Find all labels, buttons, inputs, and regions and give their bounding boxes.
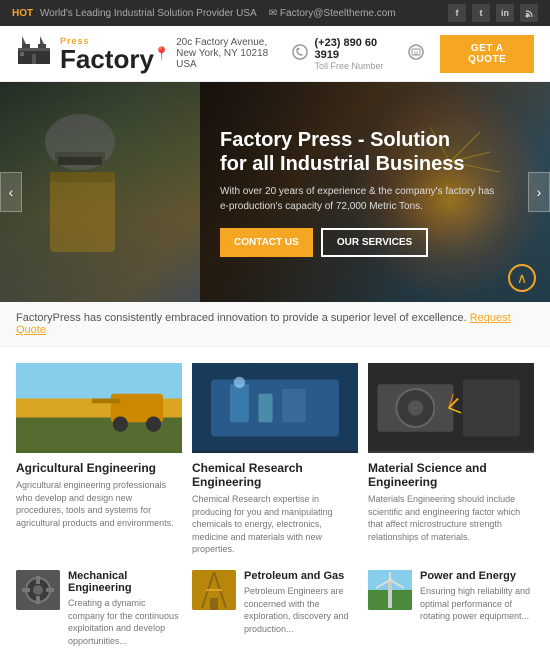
hero-prev-arrow[interactable]: ‹	[0, 172, 22, 212]
mechanical-desc: Creating a dynamic company for the conti…	[68, 597, 182, 647]
service-card-mechanical: Mechanical Engineering Creating a dynami…	[16, 570, 182, 647]
power-image	[368, 570, 412, 610]
mechanical-image	[16, 570, 60, 610]
linkedin-icon[interactable]: in	[496, 4, 514, 22]
factory-building-icon	[16, 34, 52, 73]
service-card-chemical: Chemical Research Engineering Chemical R…	[192, 363, 358, 556]
hero-subtitle: With over 20 years of experience & the c…	[220, 184, 500, 214]
material-name: Material Science and Engineering	[368, 461, 534, 489]
service-card-agricultural: Agricultural Engineering Agricultural en…	[16, 363, 182, 556]
phone-contact: (+23) 890 60 3919 Toll Free Number	[292, 37, 392, 71]
mechanical-name: Mechanical Engineering	[68, 570, 182, 594]
service-card-petroleum: Petroleum and Gas Petroleum Engineers ar…	[192, 570, 358, 647]
agricultural-image	[16, 363, 182, 453]
logo-text: Press Factory	[60, 36, 154, 72]
power-name: Power and Energy	[420, 570, 534, 582]
header-contact: 📍 20c Factory Avenue, New York, NY 10218…	[154, 35, 534, 73]
facebook-icon[interactable]: f	[448, 4, 466, 22]
petroleum-image	[192, 570, 236, 610]
hero-content: Factory Press - Solutionfor all Industri…	[0, 128, 520, 257]
fax-icon	[408, 44, 424, 63]
hot-tag: HOT World's Leading Industrial Solution …	[12, 8, 257, 19]
chemical-name: Chemical Research Engineering	[192, 461, 358, 489]
top-service-cards: Agricultural Engineering Agricultural en…	[16, 363, 534, 556]
petroleum-desc: Petroleum Engineers are concerned with t…	[244, 585, 358, 635]
social-links: f t in	[448, 4, 538, 22]
material-image	[368, 363, 534, 453]
banner-text: FactoryPress has consistently embraced i…	[16, 312, 467, 324]
contact-us-button[interactable]: CONTACT US	[220, 228, 313, 257]
bottom-service-cards: Mechanical Engineering Creating a dynami…	[16, 570, 534, 647]
service-card-power: Power and Energy Ensuring high reliabili…	[368, 570, 534, 647]
hero-section: ‹ Factory Press - Solutionfor all Indust…	[0, 82, 550, 302]
material-desc: Materials Engineering should include sci…	[368, 493, 534, 543]
top-bar-left: HOT World's Leading Industrial Solution …	[12, 8, 396, 19]
service-card-material: Material Science and Engineering Materia…	[368, 363, 534, 556]
logo: Press Factory	[16, 34, 154, 73]
phone-icon	[292, 44, 308, 63]
twitter-icon[interactable]: t	[472, 4, 490, 22]
fax-contact	[408, 44, 424, 63]
top-bar: HOT World's Leading Industrial Solution …	[0, 0, 550, 26]
hero-next-arrow[interactable]: ›	[528, 172, 550, 212]
scroll-up-button[interactable]: ∧	[508, 264, 536, 292]
our-services-button[interactable]: OUR SERVICES	[321, 228, 428, 257]
agricultural-desc: Agricultural engineering professionals w…	[16, 479, 182, 529]
power-desc: Ensuring high reliability and optimal pe…	[420, 585, 534, 623]
hero-title: Factory Press - Solutionfor all Industri…	[220, 128, 500, 176]
chemical-image	[192, 363, 358, 453]
get-quote-button[interactable]: GET A QUOTE	[440, 35, 534, 73]
header: Press Factory 📍 20c Factory Avenue, New …	[0, 26, 550, 82]
services-section: Agricultural Engineering Agricultural en…	[0, 347, 550, 655]
rss-icon[interactable]	[520, 4, 538, 22]
email-link[interactable]: ✉ Factory@Steeltheme.com	[269, 8, 396, 19]
location-icon: 📍	[154, 46, 170, 62]
chemical-desc: Chemical Research expertise in producing…	[192, 493, 358, 556]
agricultural-name: Agricultural Engineering	[16, 461, 182, 475]
banner-strip: FactoryPress has consistently embraced i…	[0, 302, 550, 347]
address-contact: 📍 20c Factory Avenue, New York, NY 10218…	[154, 37, 277, 70]
hero-buttons: CONTACT US OUR SERVICES	[220, 228, 500, 257]
petroleum-name: Petroleum and Gas	[244, 570, 358, 582]
